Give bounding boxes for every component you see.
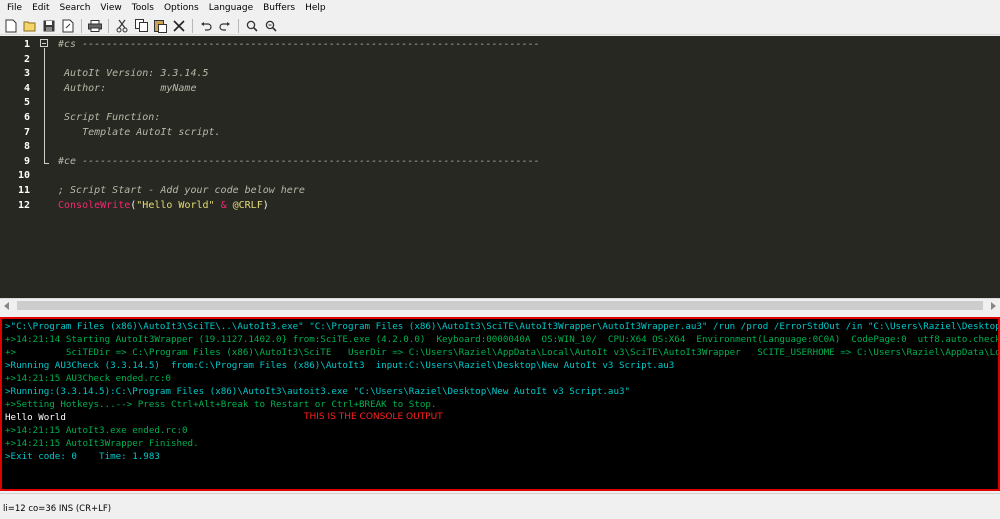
console-line: >Running:(3.3.14.5):C:\Program Files (x8…: [5, 386, 631, 397]
fold-guide: [44, 48, 45, 163]
function-name: ConsoleWrite: [58, 199, 131, 211]
menu-item-options[interactable]: Options: [159, 0, 204, 17]
replace-icon[interactable]: [263, 18, 279, 34]
operator: &: [214, 199, 233, 211]
menu-item-buffers[interactable]: Buffers: [258, 0, 300, 17]
console-line: +>14:21:14 Starting AutoIt3Wrapper (19.1…: [5, 334, 1000, 345]
code-line: ConsoleWrite("Hello World" & @CRLF): [58, 199, 269, 214]
fold-toggle-icon[interactable]: [40, 39, 48, 47]
scrollbar-thumb[interactable]: [17, 301, 983, 310]
console-annotation: THIS IS THE CONSOLE OUTPUT: [304, 412, 443, 422]
menu-item-edit[interactable]: Edit: [27, 0, 54, 17]
line-number: 9: [23, 155, 30, 167]
line-number-gutter: 1 2 3 4 5 6 7 8 9 10 11 12: [0, 36, 36, 298]
copy-icon[interactable]: [133, 18, 149, 34]
status-bar: li=12 co=36 INS (CR+LF): [0, 493, 1000, 519]
save-as-icon[interactable]: [60, 18, 76, 34]
delete-icon[interactable]: [171, 18, 187, 34]
console-line: >Exit code: 0 Time: 1.983: [5, 451, 160, 462]
save-icon[interactable]: [41, 18, 57, 34]
undo-icon[interactable]: [198, 18, 214, 34]
code-line: ; Script Start - Add your code below her…: [58, 185, 305, 196]
console-line: +>Setting Hotkeys...--> Press Ctrl+Alt+B…: [5, 399, 437, 410]
scroll-left-arrow-icon[interactable]: [4, 302, 9, 310]
find-icon[interactable]: [244, 18, 260, 34]
paste-icon[interactable]: [152, 18, 168, 34]
line-number: 7: [23, 126, 30, 138]
code-line: Author: myName: [58, 82, 197, 94]
line-number: 2: [23, 53, 30, 65]
menu-item-search[interactable]: Search: [55, 0, 96, 17]
string-literal: "Hello World": [136, 199, 215, 211]
line-number: 5: [23, 97, 30, 109]
line-number: 12: [17, 199, 30, 211]
code-line: AutoIt Version: 3.3.14.5: [58, 68, 209, 80]
toolbar-separator: [108, 18, 109, 33]
line-number: 6: [23, 112, 30, 123]
menu-item-language[interactable]: Language: [204, 0, 258, 17]
console-line: +>14:21:15 AutoIt3.exe ended.rc:0: [5, 425, 188, 436]
code-line: Script Function:: [58, 112, 161, 123]
code-line: #cs ------------------------------------…: [58, 39, 540, 50]
editor-horizontal-scrollbar[interactable]: [0, 298, 1000, 312]
toolbar-separator: [192, 18, 193, 33]
open-folder-icon[interactable]: [22, 18, 38, 34]
code-line: Template AutoIt script.: [58, 126, 221, 138]
toolbar: [0, 17, 1000, 35]
code-editor[interactable]: 1 2 3 4 5 6 7 8 9 10 11 12 #cs --------------------…: [0, 36, 1000, 298]
new-file-icon[interactable]: [3, 18, 19, 34]
console-line: +>14:21:15 AU3Check ended.rc:0: [5, 373, 171, 384]
print-icon[interactable]: [87, 18, 103, 34]
menu-item-view[interactable]: View: [95, 0, 126, 17]
scroll-right-arrow-icon[interactable]: [991, 302, 996, 310]
line-number: 10: [17, 170, 30, 182]
menu-item-file[interactable]: File: [2, 0, 27, 17]
fold-end-marker: [44, 163, 49, 164]
menu-item-help[interactable]: Help: [300, 0, 331, 17]
console-line: >"C:\Program Files (x86)\AutoIt3\SciTE\.…: [5, 321, 1000, 332]
menu-item-tools[interactable]: Tools: [127, 0, 159, 17]
code-line: #ce ------------------------------------…: [58, 155, 540, 167]
console-line: +>14:21:15 AutoIt3Wrapper Finished.: [5, 438, 199, 449]
macro: @CRLF: [232, 199, 263, 211]
line-number: 1: [23, 39, 30, 50]
menu-bar: File Edit Search View Tools Options Language Bu…: [0, 0, 1000, 17]
line-number: 8: [23, 141, 30, 153]
console-line: +> SciTEDir => C:\Program Files (x86)\Au…: [5, 347, 1000, 358]
status-text: li=12 co=36 INS (CR+LF): [3, 504, 112, 514]
fold-margin: [36, 36, 52, 298]
cut-icon[interactable]: [114, 18, 130, 34]
toolbar-separator: [81, 18, 82, 33]
line-number: 3: [23, 68, 30, 80]
console-line: Hello World: [5, 412, 66, 423]
line-number: 11: [17, 185, 30, 196]
toolbar-separator: [238, 18, 239, 33]
code-area[interactable]: #cs ------------------------------------…: [52, 36, 1000, 298]
paren: ): [262, 199, 269, 211]
redo-icon[interactable]: [217, 18, 233, 34]
line-number: 4: [23, 82, 30, 94]
console-line: >Running AU3Check (3.3.14.5) from:C:\Pro…: [5, 360, 675, 371]
console-output-pane[interactable]: THIS IS THE CONSOLE OUTPUT >"C:\Program …: [0, 317, 1000, 491]
